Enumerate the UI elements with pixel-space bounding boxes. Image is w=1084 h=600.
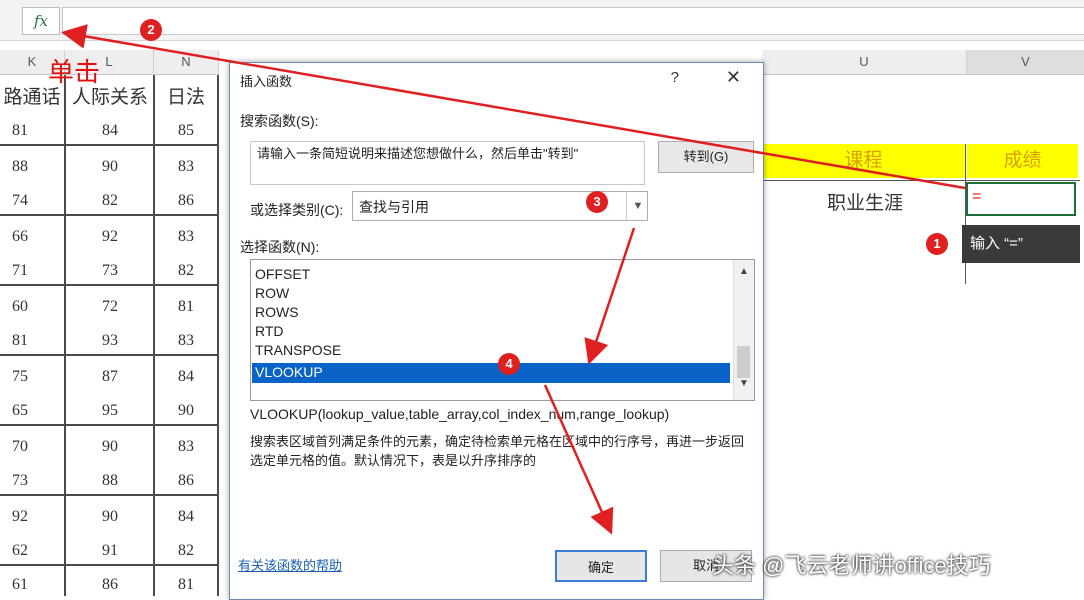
arrow-to-fx	[61, 24, 966, 190]
annotation-arrows	[61, 24, 966, 535]
watermark: 头条 @飞云老师讲office技巧	[712, 553, 991, 578]
arrow-to-vlookup	[584, 227, 636, 365]
arrow-to-ok	[543, 384, 614, 535]
